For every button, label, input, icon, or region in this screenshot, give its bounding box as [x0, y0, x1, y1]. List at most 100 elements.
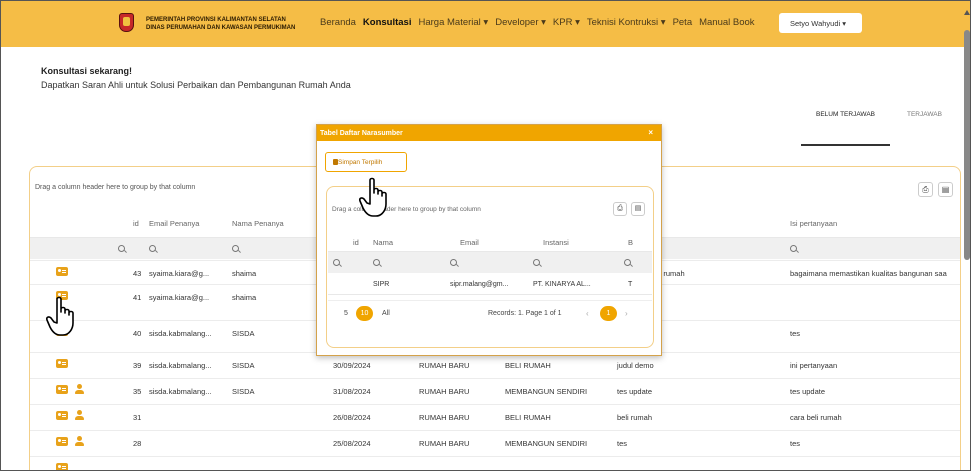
col-header-email[interactable]: Email: [460, 238, 479, 247]
cell-judul: beli rumah: [617, 413, 653, 422]
filter-search-icon[interactable]: [373, 259, 380, 266]
page-scrollbar[interactable]: [964, 10, 970, 450]
cell-kategori: RUMAH BARU: [419, 413, 470, 422]
cell-id: 40: [133, 329, 142, 338]
col-header-id[interactable]: id: [133, 219, 139, 228]
col-header-b[interactable]: B: [628, 238, 633, 247]
col-header-isi[interactable]: Isi pertanyaan: [790, 219, 837, 228]
close-icon[interactable]: ×: [648, 128, 653, 137]
navbar: PEMERINTAH PROVINSI KALIMANTAN SELATAN D…: [1, 1, 970, 47]
group-panel-hint[interactable]: Drag a column header here to group by th…: [332, 206, 481, 213]
cell-id: 31: [133, 413, 142, 422]
col-header-id[interactable]: id: [353, 238, 359, 247]
cell-id: 39: [133, 361, 142, 370]
org-line-1: PEMERINTAH PROVINSI KALIMANTAN SELATAN: [146, 17, 286, 23]
filter-search-icon[interactable]: [118, 245, 125, 252]
cell-nama: SISDA: [232, 329, 255, 338]
cell-isi: tes update: [790, 387, 826, 396]
menu-konsultasi[interactable]: Konsultasi: [363, 17, 412, 28]
cell-email: sisda.kabmalang...: [149, 361, 212, 370]
id-card-icon[interactable]: [56, 385, 68, 394]
id-card-icon[interactable]: [56, 463, 68, 470]
pager-info: Records: 1. Page 1 of 1: [488, 310, 562, 317]
col-header-instansi[interactable]: Instansi: [543, 238, 569, 247]
menu-kpr[interactable]: KPR ▾: [553, 17, 580, 28]
id-card-icon[interactable]: [56, 437, 68, 446]
main-menu: Beranda Konsultasi Harga Material ▾ Deve…: [320, 17, 762, 28]
menu-peta[interactable]: Peta: [673, 17, 693, 28]
filter-search-icon[interactable]: [450, 259, 457, 266]
person-icon[interactable]: [74, 436, 85, 447]
table-row[interactable]: SIPR sipr.malang@gm... PT. KINARYA AL...…: [328, 273, 652, 295]
next-page-icon[interactable]: ›: [625, 309, 628, 318]
table-row[interactable]: 28 25/08/2024 RUMAH BARU MEMBANGUN SENDI…: [30, 430, 960, 454]
export-icon[interactable]: ⎙: [613, 202, 627, 216]
save-selected-button[interactable]: Simpan Terpilih: [325, 152, 407, 172]
user-menu-button[interactable]: Setyo Wahyudi ▾: [779, 13, 862, 33]
cell-kategori: RUMAH BARU: [419, 439, 470, 448]
save-selected-label: Simpan Terpilih: [338, 159, 383, 166]
menu-developer[interactable]: Developer ▾: [495, 17, 546, 28]
filter-search-icon[interactable]: [624, 259, 631, 266]
prev-page-icon[interactable]: ‹: [586, 309, 589, 318]
cell-judul: judul demo: [617, 361, 654, 370]
save-icon: [333, 159, 338, 165]
filter-search-icon[interactable]: [149, 245, 156, 252]
grid-filter-row: [328, 251, 652, 273]
cell-jenis: MEMBANGUN SENDIRI: [505, 387, 588, 396]
page-subtitle: Dapatkan Saran Ahli untuk Solusi Perbaik…: [41, 80, 351, 90]
col-header-nama[interactable]: Nama: [373, 238, 393, 247]
scroll-up-icon[interactable]: [964, 10, 970, 15]
person-icon[interactable]: [74, 384, 85, 395]
filter-search-icon[interactable]: [333, 259, 340, 266]
cell-nama: shaima: [232, 269, 257, 278]
cell-email: sipr.malang@gm...: [450, 281, 509, 288]
current-page[interactable]: 1: [600, 306, 617, 321]
cell-isi: bagaimana memastikan kualitas bangunan s…: [790, 269, 947, 278]
id-card-icon[interactable]: [56, 267, 68, 276]
grid-header: id Nama Email Instansi B: [328, 232, 652, 252]
column-chooser-icon[interactable]: ▤: [631, 202, 645, 216]
question-tabs: BELUM TERJAWAB TERJAWAB: [801, 111, 970, 151]
id-card-icon[interactable]: [56, 359, 68, 368]
pager: 5 10 All Records: 1. Page 1 of 1 ‹ 1 ›: [328, 300, 652, 328]
tab-terjawab[interactable]: TERJAWAB: [907, 111, 942, 118]
table-row[interactable]: [30, 456, 960, 470]
cell-tanggal: 31/08/2024: [333, 387, 371, 396]
org-line-2: DINAS PERUMAHAN DAN KAWASAN PERMUKIMAN: [146, 25, 296, 31]
cell-email: syaima.kiara@g...: [149, 293, 210, 302]
cell-instansi: PT. KINARYA AL...: [533, 281, 591, 288]
page-size-5[interactable]: 5: [344, 310, 348, 317]
menu-beranda[interactable]: Beranda: [320, 17, 356, 28]
group-panel-hint[interactable]: Drag a column header here to group by th…: [35, 184, 195, 191]
cell-isi: tes: [790, 439, 801, 448]
province-logo-icon[interactable]: [119, 13, 134, 32]
cell-nama: shaima: [232, 293, 257, 302]
menu-teknisi-kontruksi[interactable]: Teknisi Kontruksi ▾: [587, 17, 666, 28]
menu-harga-material[interactable]: Harga Material ▾: [418, 17, 488, 28]
col-header-email[interactable]: Email Penanya: [149, 219, 199, 228]
filter-search-icon[interactable]: [790, 245, 797, 252]
tab-belum-terjawab[interactable]: BELUM TERJAWAB: [816, 111, 875, 118]
table-row[interactable]: 35 sisda.kabmalang... SISDA 31/08/2024 R…: [30, 378, 960, 402]
person-icon[interactable]: [74, 410, 85, 421]
filter-search-icon[interactable]: [232, 245, 239, 252]
cell-jenis: BELI RUMAH: [505, 361, 551, 370]
cell-nama: SISDA: [232, 361, 255, 370]
col-header-nama[interactable]: Nama Penanya: [232, 219, 284, 228]
cell-b: T: [628, 281, 633, 288]
cell-tanggal: 26/08/2024: [333, 413, 371, 422]
column-chooser-icon[interactable]: ▤: [938, 182, 953, 197]
cell-jenis: BELI RUMAH: [505, 413, 551, 422]
filter-search-icon[interactable]: [533, 259, 540, 266]
cell-nama: SISDA: [232, 387, 255, 396]
page-size-10[interactable]: 10: [356, 306, 373, 321]
menu-manual-book[interactable]: Manual Book: [699, 17, 754, 28]
table-row[interactable]: 31 26/08/2024 RUMAH BARU BELI RUMAH beli…: [30, 404, 960, 428]
cell-id: 35: [133, 387, 142, 396]
page-size-all[interactable]: All: [382, 310, 390, 317]
id-card-icon[interactable]: [56, 411, 68, 420]
page-title: Konsultasi sekarang!: [41, 66, 133, 76]
export-icon[interactable]: ⎙: [918, 182, 933, 197]
cell-id: 28: [133, 439, 142, 448]
